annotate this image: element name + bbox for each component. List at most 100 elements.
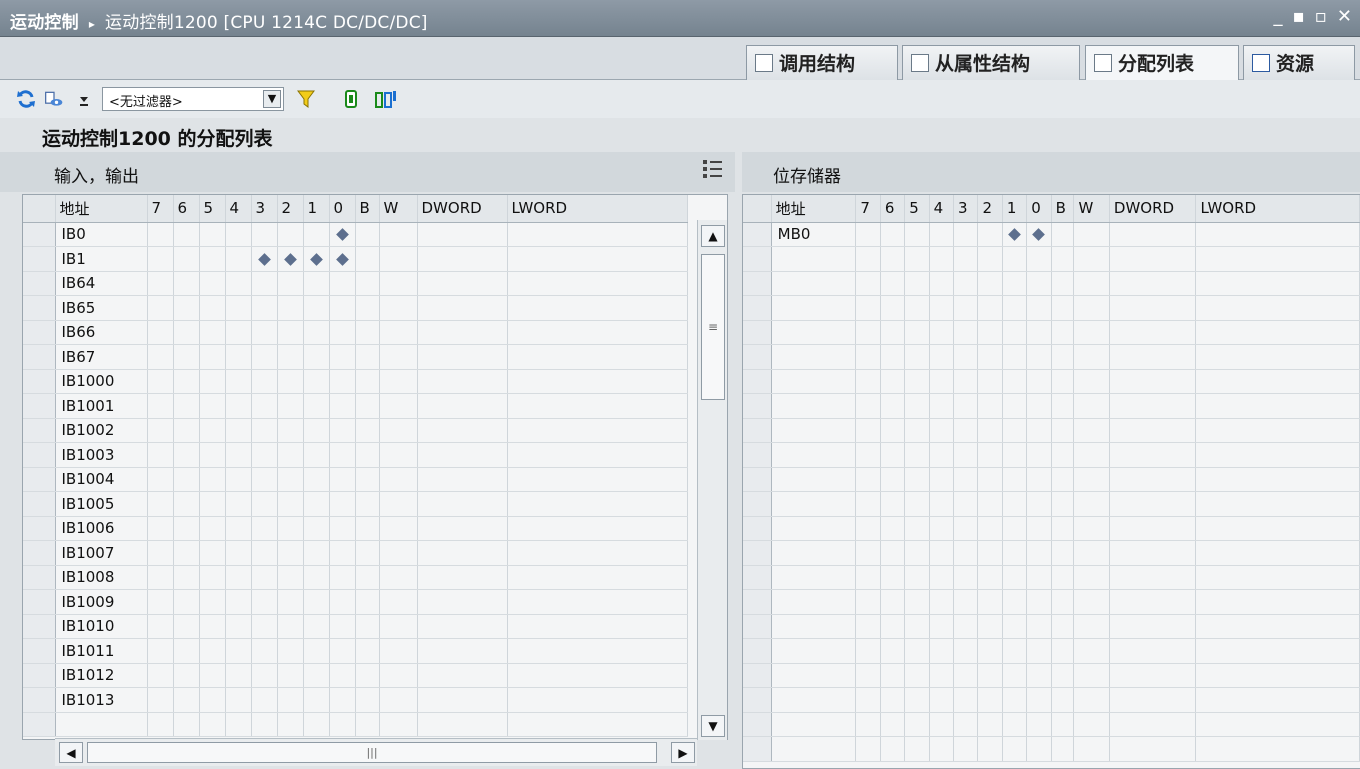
- memory-table-row[interactable]: [743, 442, 1360, 468]
- row-selector[interactable]: [23, 516, 56, 541]
- memory-column-header[interactable]: W: [1073, 195, 1110, 223]
- io-column-header[interactable]: 6: [173, 195, 200, 223]
- io-column-header[interactable]: B: [355, 195, 380, 223]
- memory-column-header[interactable]: 3: [953, 195, 979, 223]
- row-selector[interactable]: [23, 222, 56, 247]
- memory-column-header[interactable]: 4: [929, 195, 955, 223]
- row-selector[interactable]: [743, 442, 772, 468]
- io-horizontal-scrollbar[interactable]: ◀ ||| ▶: [55, 738, 697, 766]
- filter-icon[interactable]: [296, 89, 316, 109]
- io-table-row[interactable]: IB1011: [23, 638, 688, 664]
- io-column-header[interactable]: W: [379, 195, 418, 223]
- io-table-row[interactable]: IB1003: [23, 442, 688, 468]
- memory-table-row[interactable]: [743, 516, 1360, 541]
- row-selector[interactable]: [23, 638, 56, 664]
- memory-table-row[interactable]: [743, 467, 1360, 492]
- row-selector[interactable]: [743, 491, 772, 517]
- memory-column-header[interactable]: 5: [904, 195, 930, 223]
- io-table-row[interactable]: IB1001: [23, 393, 688, 419]
- memory-column-header[interactable]: 2: [977, 195, 1003, 223]
- memory-table-row[interactable]: [743, 369, 1360, 394]
- io-column-header[interactable]: 3: [251, 195, 278, 223]
- maximize-icon[interactable]: ▫: [1315, 6, 1327, 27]
- row-selector[interactable]: [743, 467, 772, 492]
- float-icon[interactable]: ▪: [1293, 6, 1305, 27]
- row-selector[interactable]: [23, 246, 56, 272]
- row-selector[interactable]: [23, 540, 56, 566]
- refresh-icon[interactable]: [16, 89, 36, 109]
- row-selector[interactable]: [23, 344, 56, 370]
- row-selector[interactable]: [23, 663, 56, 688]
- io-table-row[interactable]: IB66: [23, 320, 688, 345]
- memory-column-header[interactable]: DWORD: [1109, 195, 1197, 223]
- tab-dependency-structure[interactable]: 从属性结构: [902, 45, 1080, 80]
- row-selector[interactable]: [743, 565, 772, 590]
- memory-table-row[interactable]: [743, 565, 1360, 590]
- scroll-up-icon[interactable]: ▲: [701, 225, 725, 247]
- row-selector[interactable]: [743, 589, 772, 615]
- io-table-row[interactable]: IB1004: [23, 467, 688, 492]
- row-selector[interactable]: [23, 491, 56, 517]
- memory-column-header[interactable]: LWORD: [1195, 195, 1360, 223]
- memory-table-row[interactable]: [743, 540, 1360, 566]
- row-selector[interactable]: [743, 320, 772, 345]
- io-table-row[interactable]: IB1006: [23, 516, 688, 541]
- expand-down-icon[interactable]: [78, 89, 90, 109]
- io-table-row[interactable]: IB1: [23, 246, 688, 272]
- io-table-row[interactable]: IB65: [23, 295, 688, 321]
- row-selector[interactable]: [23, 712, 56, 737]
- io-table-row[interactable]: IB64: [23, 271, 688, 296]
- memory-table-row[interactable]: [743, 614, 1360, 639]
- memory-table-row[interactable]: [743, 491, 1360, 517]
- row-selector[interactable]: [743, 663, 772, 688]
- io-column-header[interactable]: LWORD: [507, 195, 688, 223]
- memory-table-row[interactable]: [743, 344, 1360, 370]
- row-selector[interactable]: [743, 344, 772, 370]
- memory-table-row[interactable]: [743, 663, 1360, 688]
- dropdown-arrow-icon[interactable]: ▼: [263, 90, 281, 108]
- row-selector[interactable]: [23, 467, 56, 492]
- io-column-header[interactable]: 1: [303, 195, 330, 223]
- memory-table-row[interactable]: [743, 295, 1360, 321]
- close-icon[interactable]: ✕: [1337, 6, 1352, 27]
- io-table-row[interactable]: IB1007: [23, 540, 688, 566]
- memory-column-header[interactable]: 0: [1026, 195, 1052, 223]
- memory-table-row[interactable]: [743, 638, 1360, 664]
- cross-reference-icon[interactable]: [341, 89, 361, 109]
- io-table-row[interactable]: IB1008: [23, 565, 688, 590]
- memory-column-header[interactable]: 地址: [771, 195, 857, 223]
- row-selector[interactable]: [743, 246, 772, 272]
- row-selector[interactable]: [23, 271, 56, 296]
- row-selector[interactable]: [23, 687, 56, 713]
- row-selector[interactable]: [743, 614, 772, 639]
- io-column-header[interactable]: 4: [225, 195, 252, 223]
- row-selector[interactable]: [743, 271, 772, 296]
- memory-table-row[interactable]: [743, 271, 1360, 296]
- memory-table-row[interactable]: [743, 589, 1360, 615]
- row-selector[interactable]: [743, 295, 772, 321]
- row-selector[interactable]: [743, 393, 772, 419]
- io-table-row[interactable]: IB1002: [23, 418, 688, 443]
- memory-table-row[interactable]: [743, 393, 1360, 419]
- row-selector[interactable]: [23, 418, 56, 443]
- row-selector[interactable]: [743, 687, 772, 713]
- row-selector[interactable]: [23, 369, 56, 394]
- minimize-icon[interactable]: _: [1274, 6, 1283, 27]
- memory-column-header[interactable]: B: [1051, 195, 1075, 223]
- row-selector[interactable]: [743, 516, 772, 541]
- io-column-header[interactable]: 7: [147, 195, 174, 223]
- row-selector[interactable]: [23, 320, 56, 345]
- io-table-row[interactable]: IB67: [23, 344, 688, 370]
- memory-table-row[interactable]: [743, 246, 1360, 272]
- io-table-row[interactable]: IB1012: [23, 663, 688, 688]
- breadcrumb-root[interactable]: 运动控制: [10, 13, 79, 33]
- scroll-thumb[interactable]: ≡: [701, 254, 725, 400]
- column-options-icon[interactable]: [700, 157, 724, 181]
- memory-table-row[interactable]: [743, 320, 1360, 345]
- io-table-row[interactable]: IB1013: [23, 687, 688, 713]
- tab-assignment-list[interactable]: 分配列表: [1085, 45, 1239, 81]
- row-selector[interactable]: [23, 295, 56, 321]
- memory-table-row[interactable]: [743, 712, 1360, 737]
- io-column-header[interactable]: 5: [199, 195, 226, 223]
- io-column-header[interactable]: DWORD: [417, 195, 508, 223]
